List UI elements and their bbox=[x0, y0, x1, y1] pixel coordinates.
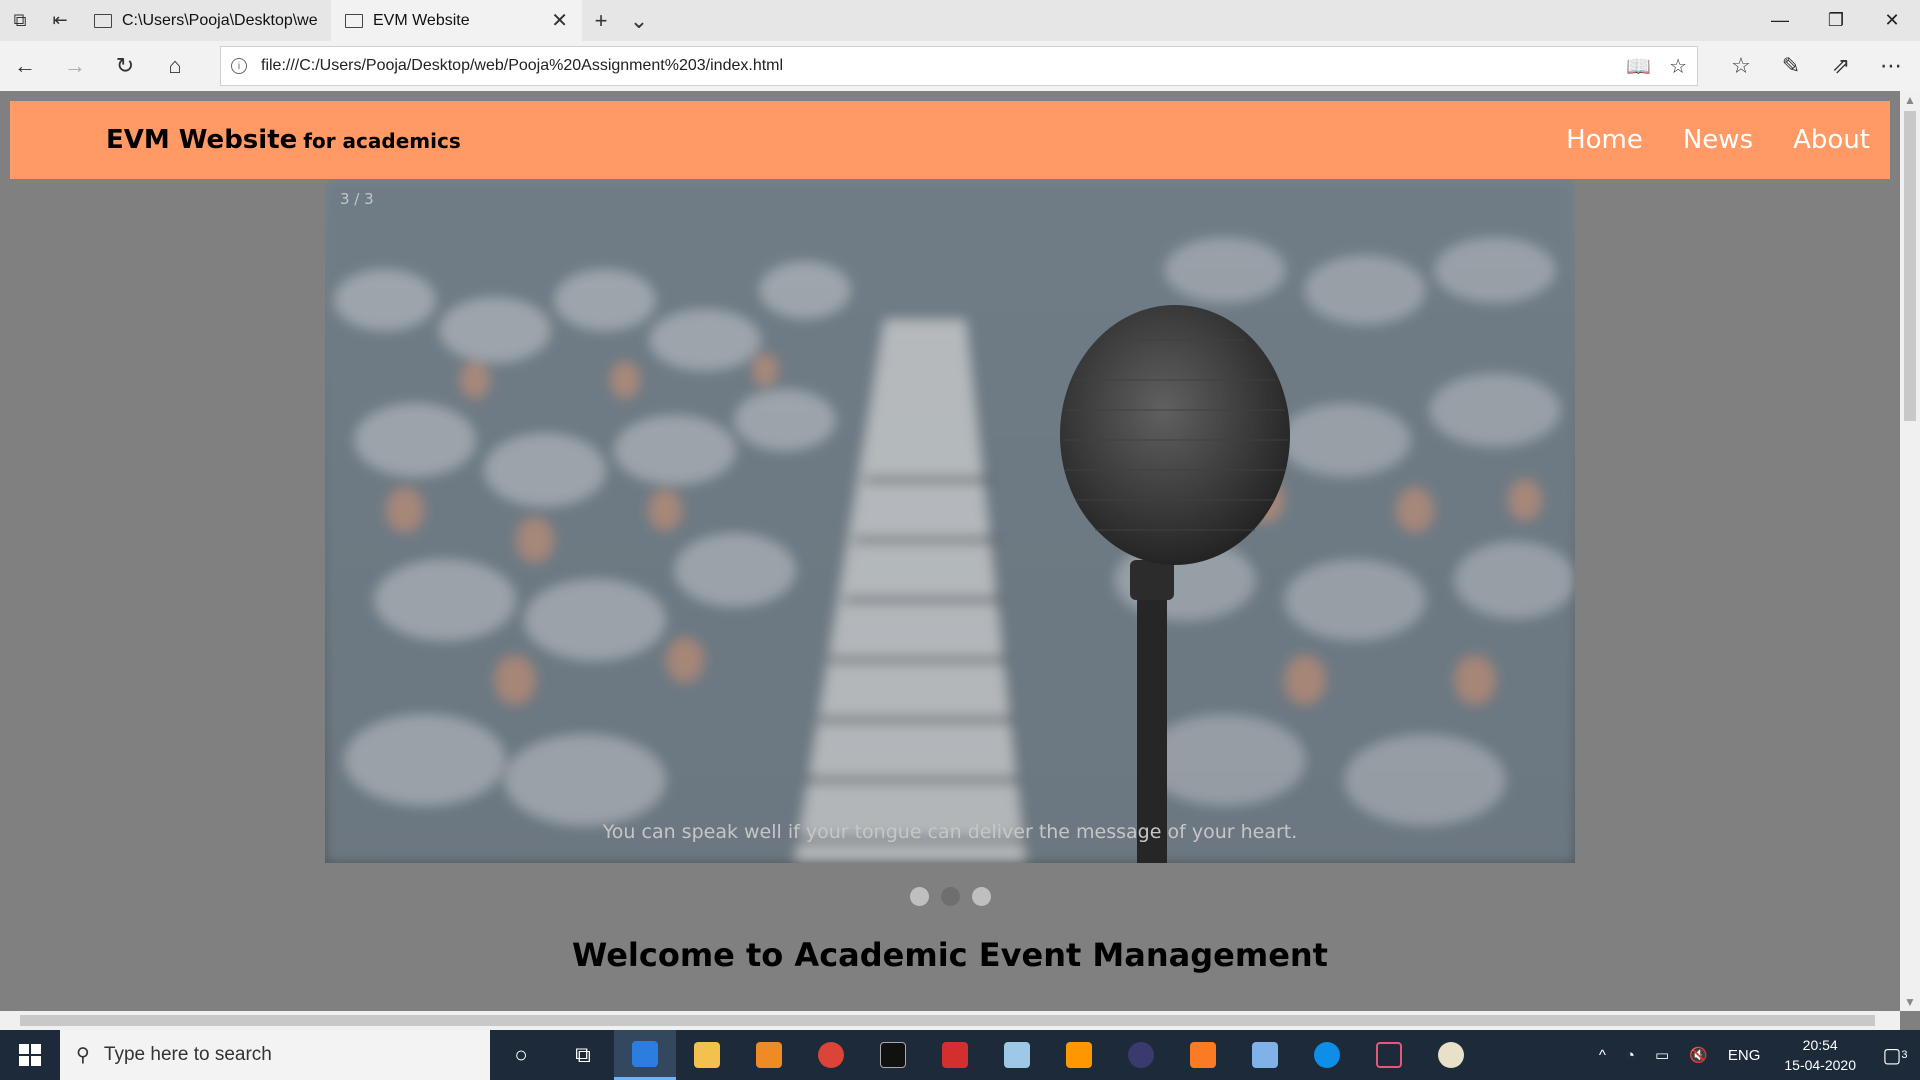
wifi-icon[interactable]: ◔ bbox=[1616, 1047, 1645, 1064]
search-icon: ⚲ bbox=[76, 1044, 90, 1066]
reading-view-icon[interactable]: 📖 bbox=[1626, 54, 1651, 79]
notification-count: 3 bbox=[1901, 1049, 1908, 1061]
favorites-icon[interactable]: ☆ bbox=[1716, 53, 1766, 79]
back-arrow-icon[interactable]: ← bbox=[0, 53, 50, 79]
tab-actions-icon[interactable]: ⧉ bbox=[0, 0, 40, 41]
vertical-scrollbar[interactable]: ▲ ▼ bbox=[1900, 91, 1920, 1011]
vlc-icon[interactable] bbox=[738, 1030, 800, 1080]
set-aside-tabs-icon[interactable]: ⇤ bbox=[40, 0, 80, 41]
scroll-thumb[interactable] bbox=[1904, 111, 1916, 421]
file-explorer-icon[interactable] bbox=[676, 1030, 738, 1080]
slide-dots bbox=[0, 887, 1900, 906]
close-tab-icon[interactable]: ✕ bbox=[551, 8, 568, 33]
page-icon bbox=[94, 13, 112, 28]
screen: ⧉ ⇤ C:\Users\Pooja\Desktop\we EVM Websit… bbox=[0, 0, 1920, 1080]
more-icon[interactable]: ⋯ bbox=[1866, 53, 1916, 79]
teamviewer-icon[interactable] bbox=[1296, 1030, 1358, 1080]
slide-dot-3[interactable] bbox=[971, 887, 991, 906]
slide-dot-1[interactable] bbox=[909, 887, 929, 906]
battery-icon[interactable]: ▭ bbox=[1645, 1046, 1679, 1064]
slide-caption: You can speak well if your tongue can de… bbox=[602, 821, 1298, 843]
xampp-icon[interactable] bbox=[1172, 1030, 1234, 1080]
chrome-icon[interactable] bbox=[800, 1030, 862, 1080]
taskbar-apps: ○ ⧉ bbox=[490, 1030, 1482, 1080]
phone-app-icon[interactable] bbox=[1358, 1030, 1420, 1080]
paint-icon[interactable] bbox=[1420, 1030, 1482, 1080]
page-icon bbox=[345, 13, 363, 28]
url-text[interactable]: file:///C:/Users/Pooja/Desktop/web/Pooja… bbox=[261, 57, 1608, 75]
eclipse-icon[interactable] bbox=[1110, 1030, 1172, 1080]
browser-titlebar: ⧉ ⇤ C:\Users\Pooja\Desktop\we EVM Websit… bbox=[0, 0, 1920, 41]
nav-link-about[interactable]: About bbox=[1793, 125, 1870, 155]
window-controls: — ❐ ✕ bbox=[1752, 0, 1920, 41]
clock-time: 20:54 bbox=[1802, 1037, 1838, 1053]
scroll-up-icon[interactable]: ▲ bbox=[1900, 93, 1920, 107]
site-header: EVM Website for academics Home News About bbox=[10, 101, 1890, 179]
brand-title: EVM Website bbox=[106, 125, 298, 155]
horizontal-scrollbar[interactable] bbox=[0, 1011, 1900, 1030]
close-window-button[interactable]: ✕ bbox=[1864, 0, 1920, 41]
windows-start-icon[interactable] bbox=[0, 1030, 60, 1080]
clock[interactable]: 20:54 15-04-2020 bbox=[1770, 1035, 1870, 1075]
acrobat-icon[interactable] bbox=[924, 1030, 986, 1080]
forward-arrow-icon[interactable]: → bbox=[50, 53, 100, 79]
taskbar-search-input[interactable]: ⚲ Type here to search bbox=[60, 1030, 490, 1080]
nav-link-news[interactable]: News bbox=[1683, 125, 1753, 155]
slide-dot-2[interactable] bbox=[940, 887, 960, 906]
info-icon[interactable]: i bbox=[231, 58, 247, 74]
share-icon[interactable]: ⇗ bbox=[1816, 53, 1866, 79]
volume-muted-icon[interactable]: 🔇 bbox=[1679, 1046, 1718, 1064]
system-tray: ^ ◔ ▭ 🔇 ENG 20:54 15-04-2020 ▢ 3 bbox=[1589, 1030, 1920, 1080]
slide-counter: 3 / 3 bbox=[340, 190, 374, 208]
sublime-text-icon[interactable] bbox=[1048, 1030, 1110, 1080]
notification-center-icon[interactable]: ▢ 3 bbox=[1870, 1043, 1920, 1068]
task-view-icon[interactable]: ⧉ bbox=[552, 1030, 614, 1080]
edge-browser-icon[interactable] bbox=[614, 1030, 676, 1080]
virtualbox-icon[interactable] bbox=[1234, 1030, 1296, 1080]
favorite-star-icon[interactable]: ☆ bbox=[1669, 54, 1687, 79]
toolbar-actions: ☆ ✎ ⇗ ⋯ bbox=[1716, 53, 1916, 79]
tab-label: C:\Users\Pooja\Desktop\we bbox=[122, 11, 317, 29]
tab-label: EVM Website bbox=[373, 11, 470, 29]
site-nav: Home News About bbox=[1566, 125, 1870, 155]
slide-image-microphone-auditorium bbox=[325, 180, 1575, 863]
restore-button[interactable]: ❐ bbox=[1808, 0, 1864, 41]
page-viewport: EVM Website for academics Home News About bbox=[0, 91, 1900, 1011]
brand-subtitle: for academics bbox=[303, 129, 461, 153]
nav-link-home[interactable]: Home bbox=[1566, 125, 1643, 155]
address-toolbar: ← → ↻ ⌂ i file:///C:/Users/Pooja/Desktop… bbox=[0, 41, 1920, 91]
slideshow: 3 / 3 You can speak well if your tongue … bbox=[325, 180, 1575, 863]
new-tab-button[interactable]: + bbox=[582, 0, 620, 41]
scroll-thumb[interactable] bbox=[20, 1015, 1875, 1026]
notepad-icon[interactable] bbox=[986, 1030, 1048, 1080]
pen-icon[interactable]: ✎ bbox=[1766, 53, 1816, 79]
minimize-button[interactable]: — bbox=[1752, 0, 1808, 41]
taskbar: ⚲ Type here to search ○ ⧉ ^ ◔ ▭ 🔇 ENG 20… bbox=[0, 1030, 1920, 1080]
welcome-heading: Welcome to Academic Event Management bbox=[572, 936, 1328, 974]
clock-date: 15-04-2020 bbox=[1784, 1057, 1856, 1073]
language-indicator[interactable]: ENG bbox=[1718, 1047, 1771, 1064]
tab-evm-website[interactable]: EVM Website ✕ bbox=[331, 0, 582, 41]
cortana-icon[interactable]: ○ bbox=[490, 1030, 552, 1080]
address-bar[interactable]: i file:///C:/Users/Pooja/Desktop/web/Poo… bbox=[220, 46, 1698, 86]
scroll-down-icon[interactable]: ▼ bbox=[1900, 995, 1920, 1009]
tab-list-chevron-icon[interactable]: ⌄ bbox=[620, 0, 658, 41]
home-icon[interactable]: ⌂ bbox=[150, 53, 200, 79]
refresh-icon[interactable]: ↻ bbox=[100, 53, 150, 79]
tab-file-explorer[interactable]: C:\Users\Pooja\Desktop\we bbox=[80, 0, 331, 41]
show-hidden-icons-chevron-icon[interactable]: ^ bbox=[1589, 1047, 1616, 1064]
site-brand: EVM Website for academics bbox=[106, 125, 461, 155]
terminal-icon[interactable] bbox=[862, 1030, 924, 1080]
search-placeholder: Type here to search bbox=[103, 1044, 272, 1065]
